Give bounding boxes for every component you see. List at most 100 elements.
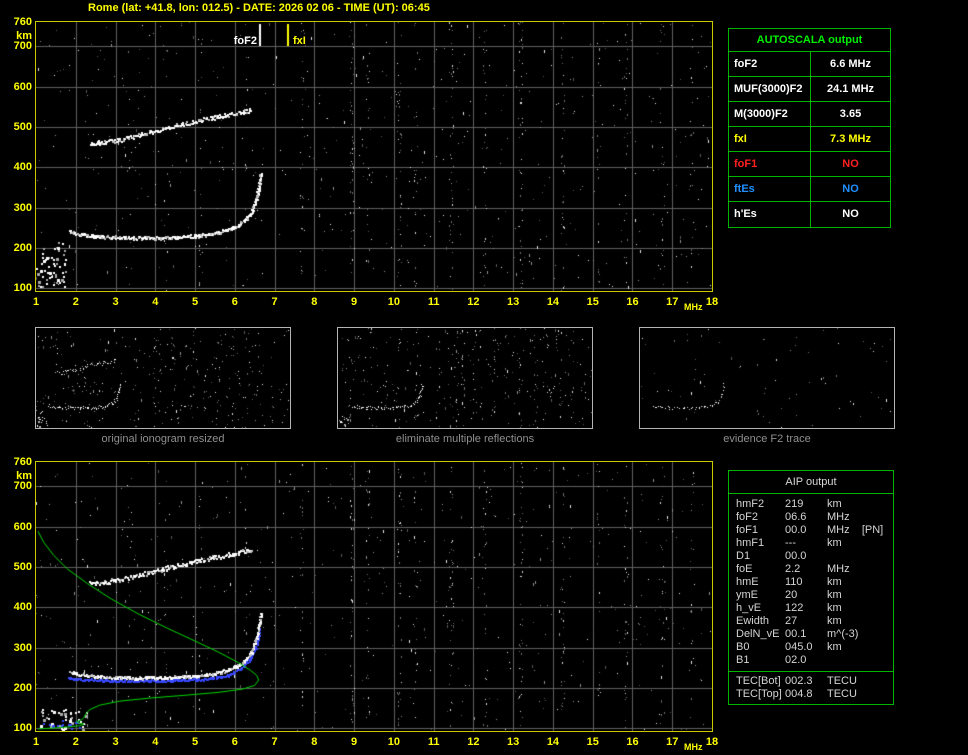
aip-row: hmF1 --- km <box>729 537 893 550</box>
y-tick-label: 200 <box>13 681 32 694</box>
autoscala-param-label: ftEs <box>729 177 811 201</box>
aip-row: D1 00.0 <box>729 550 893 563</box>
autoscala-param-value: NO <box>842 183 859 195</box>
aip-row: Ewidth 27 km <box>729 615 893 628</box>
autoscala-output-table: AUTOSCALA output foF2 6.6 MHz MUF(3000)F2 2… <box>728 28 891 228</box>
y-tick-label: 400 <box>13 601 32 614</box>
thumbnail-f2-trace-canvas <box>640 328 894 428</box>
x-axis-unit-label: MHz <box>684 302 703 312</box>
x-tick-label: 2 <box>72 296 79 308</box>
x-tick-label: 16 <box>626 736 639 748</box>
x-tick-label: 14 <box>546 736 560 748</box>
x-tick-label: 5 <box>191 296 199 308</box>
aip-table-title: AIP output <box>729 471 893 494</box>
autoscala-param-value: NO <box>842 208 859 220</box>
x-tick-label: 12 <box>467 736 480 748</box>
y-tick-label: 100 <box>13 282 32 295</box>
aip-param-value: 06.6 <box>785 511 807 523</box>
y-tick-label: 100 <box>13 722 32 735</box>
aip-param-unit: MHz <box>827 511 850 523</box>
aip-param-value: 219 <box>785 498 804 510</box>
autoscala-table-title: AUTOSCALA output <box>729 29 890 52</box>
ionogram-profile-canvas <box>36 462 712 731</box>
fof2-marker-label: foF2 <box>233 35 257 47</box>
aip-row: hmF2 219 km <box>729 498 893 511</box>
x-tick-label: 7 <box>271 736 278 748</box>
aip-row: h_vE 122 km <box>729 602 893 615</box>
x-tick-label: 10 <box>387 736 400 748</box>
x-tick-label: 12 <box>467 296 480 308</box>
aip-row: TEC[Top] 004.8 TECU <box>729 688 893 701</box>
x-tick-label: 13 <box>507 296 520 308</box>
aip-row: ymE 20 km <box>729 589 893 602</box>
y-tick-label: 400 <box>13 161 32 174</box>
autoscala-param-value: 7.3 MHz <box>830 133 871 145</box>
x-tick-label: 9 <box>351 736 358 748</box>
aip-param-value: 002.3 <box>785 675 813 687</box>
thumbnail-f2-trace <box>639 327 895 429</box>
x-tick-label: 1 <box>32 296 40 308</box>
aip-param-value: 27 <box>785 615 798 627</box>
aip-output-table: AIP output hmF2 219 km foF2 06.6 MHz foF1 00.0 M… <box>728 470 894 705</box>
thumbnail-f2-trace-caption: evidence F2 trace <box>723 433 811 445</box>
x-tick-label: 14 <box>546 296 560 308</box>
ionogram-profile-plot <box>35 461 713 732</box>
aip-row: B0 045.0 km <box>729 641 893 654</box>
autoscala-row: ftEs NO <box>729 177 890 202</box>
aip-row: foE 2.2 MHz <box>729 563 893 576</box>
aip-param-label: h_vE <box>736 602 762 614</box>
aip-param-label: D1 <box>736 550 751 562</box>
aip-param-unit <box>827 550 893 563</box>
aip-param-unit: km <box>827 641 842 653</box>
autoscala-param-label: foF2 <box>729 52 811 76</box>
y-tick-label: 300 <box>13 201 32 214</box>
thumbnail-original-canvas <box>36 328 290 428</box>
thumbnail-original-caption: original ionogram resized <box>101 433 225 445</box>
aip-tec-separator <box>729 671 893 672</box>
y-tick-label: 600 <box>13 520 32 533</box>
aip-row: foF2 06.6 MHz <box>729 511 893 524</box>
aip-param-unit: m^(-3) <box>827 628 859 640</box>
aip-table-rows: hmF2 219 km foF2 06.6 MHz foF1 00.0 MHz [PN] hmF1… <box>729 498 893 667</box>
y-tick-label: 760 <box>13 456 32 468</box>
x-tick-label: 15 <box>586 736 599 748</box>
x-axis-unit-label: MHz <box>684 742 703 752</box>
aip-param-label: hmF2 <box>736 498 765 510</box>
aip-param-value: 20 <box>785 589 798 601</box>
x-tick-label: 3 <box>112 736 119 748</box>
aip-row: hmE 110 km <box>729 576 893 589</box>
x-tick-label: 10 <box>387 296 400 308</box>
aip-tec-rows: TEC[Bot] 002.3 TECU TEC[Top] 004.8 TECU <box>729 675 893 701</box>
autoscala-param-value: 24.1 MHz <box>826 83 875 95</box>
aip-param-unit: km <box>827 602 842 614</box>
y-tick-label: 500 <box>13 120 32 133</box>
aip-param-label: foF1 <box>736 524 759 536</box>
aip-param-unit: MHz <box>827 563 850 575</box>
x-tick-label: 11 <box>427 296 440 308</box>
x-tick-label: 17 <box>666 296 679 308</box>
aip-param-label: foF2 <box>736 511 759 523</box>
aip-row: DelN_vE 00.1 m^(-3) <box>729 628 893 641</box>
aip-param-label: hmE <box>736 576 759 588</box>
aip-param-value: 02.0 <box>785 654 807 666</box>
autoscala-param-value: 6.6 MHz <box>830 58 871 70</box>
x-tick-label: 9 <box>351 296 358 308</box>
aip-row: TEC[Bot] 002.3 TECU <box>729 675 893 688</box>
x-tick-label: 6 <box>231 296 238 308</box>
aip-param-label: B1 <box>736 654 750 666</box>
aip-param-unit: TECU <box>827 688 857 700</box>
autoscala-param-label: h'Es <box>729 202 811 227</box>
x-tick-label: 18 <box>705 296 719 308</box>
autoscala-row: foF2 6.6 MHz <box>729 52 890 77</box>
aip-param-unit: TECU <box>827 675 857 687</box>
aip-param-value: 045.0 <box>785 641 813 653</box>
x-tick-label: 4 <box>152 736 159 748</box>
x-tick-label: 6 <box>231 736 238 748</box>
autoscala-screen: Rome (lat: +41.8, lon: 012.5) - DATE: 20… <box>0 0 968 755</box>
aip-param-unit: MHz [PN] <box>827 524 884 536</box>
fxi-marker-label: fxI <box>293 35 306 47</box>
x-tick-label: 8 <box>311 736 318 748</box>
x-tick-label: 13 <box>507 736 520 748</box>
y-tick-label: 500 <box>13 560 32 573</box>
autoscala-row: MUF(3000)F2 24.1 MHz <box>729 77 890 102</box>
